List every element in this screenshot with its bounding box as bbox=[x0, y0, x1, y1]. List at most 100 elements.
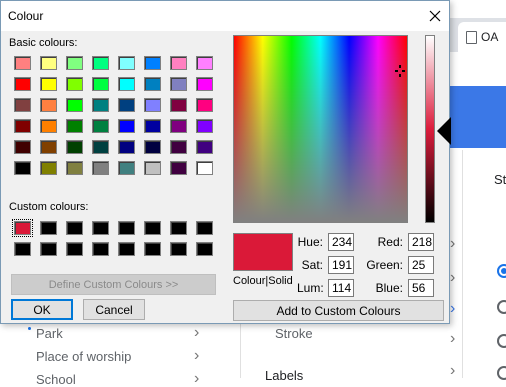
basic-colour-swatch[interactable] bbox=[118, 119, 135, 133]
basic-colour-swatch[interactable] bbox=[40, 77, 57, 91]
basic-colour-swatch[interactable] bbox=[14, 161, 31, 175]
basic-colour-swatch[interactable] bbox=[144, 140, 161, 154]
chevron-right-icon[interactable]: › bbox=[450, 236, 455, 252]
red-field[interactable]: 218 bbox=[408, 233, 434, 251]
basic-colour-swatch[interactable] bbox=[144, 98, 161, 112]
custom-colour-swatch[interactable] bbox=[118, 221, 135, 235]
lum-field[interactable]: 114 bbox=[328, 279, 354, 297]
custom-colour-swatch[interactable] bbox=[170, 242, 187, 256]
basic-colour-swatch[interactable] bbox=[14, 98, 31, 112]
basic-colour-swatch[interactable] bbox=[66, 98, 83, 112]
close-button[interactable] bbox=[421, 1, 449, 31]
basic-colour-swatch[interactable] bbox=[92, 119, 109, 133]
custom-colour-swatch[interactable] bbox=[196, 221, 213, 235]
basic-colour-swatch[interactable] bbox=[14, 119, 31, 133]
basic-colour-swatch[interactable] bbox=[14, 140, 31, 154]
custom-colour-swatch[interactable] bbox=[66, 221, 83, 235]
list-item-park[interactable]: Park bbox=[36, 326, 63, 341]
basic-colour-swatch[interactable] bbox=[144, 77, 161, 91]
basic-colour-swatch[interactable] bbox=[196, 56, 213, 70]
labels-section-label[interactable]: Labels bbox=[265, 368, 303, 383]
chevron-right-icon[interactable]: › bbox=[450, 331, 455, 347]
custom-colour-swatch[interactable] bbox=[66, 242, 83, 256]
hue-field[interactable]: 234 bbox=[328, 233, 354, 251]
chevron-right-icon[interactable]: › bbox=[194, 371, 199, 387]
basic-colour-swatch[interactable] bbox=[118, 56, 135, 70]
basic-colour-swatch[interactable] bbox=[144, 119, 161, 133]
basic-colour-swatch[interactable] bbox=[40, 119, 57, 133]
basic-colour-swatch[interactable] bbox=[170, 140, 187, 154]
basic-colour-swatch[interactable] bbox=[170, 161, 187, 175]
basic-colour-swatch[interactable] bbox=[196, 98, 213, 112]
chevron-right-icon[interactable]: › bbox=[450, 270, 455, 286]
basic-colour-swatch[interactable] bbox=[66, 140, 83, 154]
basic-colour-swatch[interactable] bbox=[118, 161, 135, 175]
blue-field[interactable]: 56 bbox=[408, 279, 434, 297]
custom-colour-swatch[interactable] bbox=[144, 242, 161, 256]
basic-colour-swatch[interactable] bbox=[170, 98, 187, 112]
sat-field[interactable]: 191 bbox=[328, 256, 354, 274]
basic-colour-swatch[interactable] bbox=[40, 56, 57, 70]
custom-colour-swatch[interactable] bbox=[92, 221, 109, 235]
browser-tab[interactable]: OA bbox=[458, 22, 506, 52]
basic-colour-swatch[interactable] bbox=[92, 140, 109, 154]
basic-colour-swatch[interactable] bbox=[170, 56, 187, 70]
cancel-button[interactable]: Cancel bbox=[83, 299, 145, 320]
basic-colour-swatch[interactable] bbox=[144, 161, 161, 175]
radio-button[interactable] bbox=[497, 334, 506, 348]
basic-colour-swatch[interactable] bbox=[170, 77, 187, 91]
custom-colour-swatch[interactable] bbox=[118, 242, 135, 256]
basic-colour-swatch[interactable] bbox=[196, 161, 213, 175]
dialog-titlebar: Colour bbox=[1, 1, 449, 31]
basic-colour-swatch[interactable] bbox=[92, 77, 109, 91]
custom-colour-swatch[interactable] bbox=[170, 221, 187, 235]
basic-colours-grid bbox=[14, 56, 213, 175]
list-item-place-of-worship[interactable]: Place of worship bbox=[36, 349, 131, 364]
luminance-pointer-icon[interactable] bbox=[437, 117, 451, 145]
basic-colour-swatch[interactable] bbox=[40, 98, 57, 112]
basic-colour-swatch[interactable] bbox=[196, 119, 213, 133]
custom-colour-swatch[interactable] bbox=[40, 221, 57, 235]
luminance-slider[interactable] bbox=[425, 35, 435, 223]
chevron-right-icon[interactable]: › bbox=[450, 301, 455, 317]
custom-colour-swatch[interactable] bbox=[92, 242, 109, 256]
ok-button[interactable]: OK bbox=[11, 299, 73, 320]
basic-colour-swatch[interactable] bbox=[40, 161, 57, 175]
basic-colour-swatch[interactable] bbox=[118, 77, 135, 91]
chevron-right-icon[interactable]: › bbox=[194, 325, 199, 341]
basic-colour-swatch[interactable] bbox=[118, 98, 135, 112]
basic-colour-swatch[interactable] bbox=[66, 119, 83, 133]
crosshair-icon[interactable] bbox=[395, 65, 407, 79]
basic-colour-swatch[interactable] bbox=[66, 56, 83, 70]
basic-colour-swatch[interactable] bbox=[92, 56, 109, 70]
define-custom-colours-button[interactable]: Define Custom Colours >> bbox=[11, 274, 216, 295]
basic-colour-swatch[interactable] bbox=[66, 77, 83, 91]
radio-button-selected[interactable] bbox=[497, 264, 506, 278]
basic-colour-swatch[interactable] bbox=[92, 161, 109, 175]
chevron-right-icon[interactable]: › bbox=[450, 363, 455, 379]
basic-colour-swatch[interactable] bbox=[92, 98, 109, 112]
basic-colour-swatch[interactable] bbox=[196, 77, 213, 91]
colour-spectrum[interactable] bbox=[233, 35, 408, 223]
basic-colour-swatch[interactable] bbox=[40, 140, 57, 154]
basic-colour-swatch[interactable] bbox=[196, 140, 213, 154]
custom-colour-swatch[interactable] bbox=[40, 242, 57, 256]
stroke-section-label[interactable]: Stroke bbox=[275, 326, 313, 341]
add-to-custom-colours-button[interactable]: Add to Custom Colours bbox=[233, 300, 444, 321]
basic-colour-swatch[interactable] bbox=[14, 56, 31, 70]
custom-colour-swatch[interactable] bbox=[144, 221, 161, 235]
list-item-school[interactable]: School bbox=[36, 372, 76, 387]
green-field[interactable]: 25 bbox=[408, 256, 434, 274]
basic-colour-swatch[interactable] bbox=[118, 140, 135, 154]
radio-button[interactable] bbox=[497, 300, 506, 314]
custom-colour-swatch[interactable] bbox=[14, 242, 31, 256]
basic-colour-swatch[interactable] bbox=[170, 119, 187, 133]
chevron-right-icon[interactable]: › bbox=[194, 348, 199, 364]
sat-label: Sat: bbox=[301, 258, 323, 272]
basic-colour-swatch[interactable] bbox=[144, 56, 161, 70]
basic-colour-swatch[interactable] bbox=[66, 161, 83, 175]
basic-colour-swatch[interactable] bbox=[14, 77, 31, 91]
colour-preview bbox=[233, 233, 293, 271]
custom-colour-swatch[interactable] bbox=[12, 219, 33, 237]
custom-colour-swatch[interactable] bbox=[196, 242, 213, 256]
